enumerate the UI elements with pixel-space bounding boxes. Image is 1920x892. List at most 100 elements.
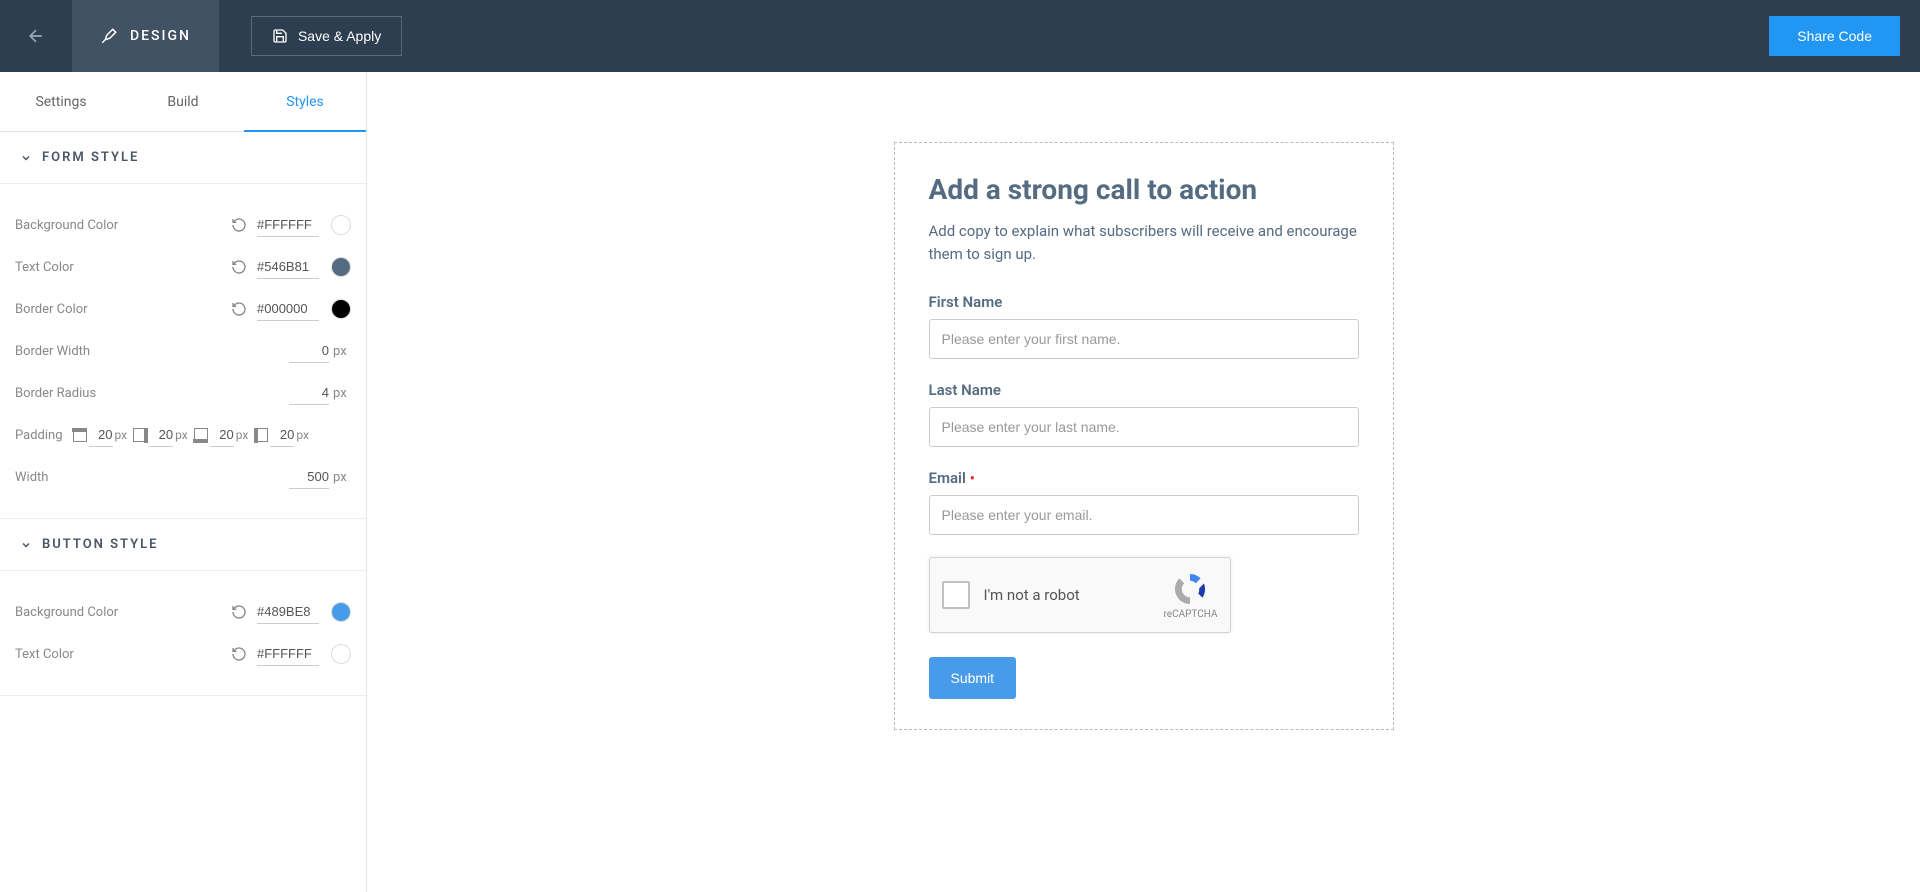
padding-left-group: px [254, 423, 309, 447]
padding-bottom-icon [194, 428, 208, 442]
section-button-style-header[interactable]: BUTTON STYLE [0, 519, 366, 571]
last-name-input[interactable] [929, 407, 1359, 447]
row-bg-color: Background Color [15, 204, 351, 246]
unit-px: px [296, 428, 309, 442]
padding-label: Padding [15, 428, 63, 443]
row-btn-text-color: Text Color [15, 633, 351, 675]
unit-px: px [115, 428, 128, 442]
padding-right-icon [133, 428, 147, 442]
email-input[interactable] [929, 495, 1359, 535]
back-button[interactable] [0, 0, 72, 72]
padding-bottom-input[interactable] [210, 423, 234, 447]
row-text-color: Text Color [15, 246, 351, 288]
arrow-left-icon [26, 26, 46, 46]
btn-bg-color-label: Background Color [15, 605, 231, 620]
reset-border-color[interactable] [231, 301, 247, 317]
row-border-radius: Border Radius px [15, 372, 351, 414]
padding-bottom-group: px [194, 423, 249, 447]
padding-right-group: px [133, 423, 188, 447]
text-color-swatch[interactable] [331, 257, 351, 277]
tab-build[interactable]: Build [122, 72, 244, 131]
sidebar-tabs: Settings Build Styles [0, 72, 366, 132]
padding-top-group: px [73, 423, 128, 447]
recaptcha-icon [1172, 571, 1208, 607]
reset-btn-bg-color[interactable] [231, 604, 247, 620]
width-input[interactable] [289, 465, 329, 489]
required-indicator: • [970, 469, 975, 487]
tab-settings[interactable]: Settings [0, 72, 122, 131]
email-label-text: Email [929, 469, 966, 487]
save-icon [272, 28, 288, 44]
recaptcha-logo: reCAPTCHA [1163, 571, 1217, 620]
border-radius-label: Border Radius [15, 386, 289, 401]
first-name-input[interactable] [929, 319, 1359, 359]
border-color-input[interactable] [257, 297, 319, 321]
border-width-label: Border Width [15, 344, 289, 359]
btn-text-color-input[interactable] [257, 642, 319, 666]
bg-color-input[interactable] [257, 213, 319, 237]
reset-text-color[interactable] [231, 259, 247, 275]
btn-bg-color-swatch[interactable] [331, 602, 351, 622]
reset-icon [231, 646, 247, 662]
form-description: Add copy to explain what subscribers wil… [929, 220, 1359, 265]
form-preview[interactable]: Add a strong call to action Add copy to … [894, 142, 1394, 730]
reset-icon [231, 301, 247, 317]
bg-color-swatch[interactable] [331, 215, 351, 235]
text-color-label: Text Color [15, 260, 231, 275]
reset-bg-color[interactable] [231, 217, 247, 233]
unit-px: px [333, 470, 351, 485]
reset-icon [231, 217, 247, 233]
border-width-input[interactable] [289, 339, 329, 363]
first-name-label: First Name [929, 293, 1359, 311]
recaptcha-widget: I'm not a robot reCAPTCHA [929, 557, 1231, 633]
save-apply-button[interactable]: Save & Apply [251, 16, 402, 56]
padding-top-icon [73, 428, 87, 442]
styles-panel[interactable]: FORM STYLE Background Color Text Color B… [0, 132, 366, 892]
row-width: Width px [15, 456, 351, 498]
btn-text-color-label: Text Color [15, 647, 231, 662]
section-form-style-body: Background Color Text Color Border Color [0, 184, 366, 519]
row-border-color: Border Color [15, 288, 351, 330]
brush-icon [100, 27, 118, 45]
border-color-swatch[interactable] [331, 299, 351, 319]
section-button-style-body: Background Color Text Color [0, 571, 366, 696]
unit-px: px [236, 428, 249, 442]
chevron-down-icon [20, 539, 32, 551]
reset-btn-text-color[interactable] [231, 646, 247, 662]
save-label: Save & Apply [298, 28, 381, 44]
topbar: DESIGN Save & Apply Share Code [0, 0, 1920, 72]
width-label: Width [15, 470, 289, 485]
section-form-style-label: FORM STYLE [42, 150, 139, 165]
text-color-input[interactable] [257, 255, 319, 279]
design-label: DESIGN [130, 28, 191, 44]
preview-canvas: Add a strong call to action Add copy to … [367, 72, 1920, 892]
padding-left-input[interactable] [270, 423, 294, 447]
submit-button[interactable]: Submit [929, 657, 1017, 699]
unit-px: px [333, 386, 351, 401]
recaptcha-brand: reCAPTCHA [1163, 609, 1217, 620]
chevron-down-icon [20, 152, 32, 164]
unit-px: px [175, 428, 188, 442]
unit-px: px [333, 344, 351, 359]
last-name-label: Last Name [929, 381, 1359, 399]
recaptcha-checkbox[interactable] [942, 581, 970, 609]
bg-color-label: Background Color [15, 218, 231, 233]
form-title: Add a strong call to action [929, 173, 1359, 206]
row-border-width: Border Width px [15, 330, 351, 372]
design-mode-tab[interactable]: DESIGN [72, 0, 219, 72]
border-radius-input[interactable] [289, 381, 329, 405]
section-form-style-header[interactable]: FORM STYLE [0, 132, 366, 184]
email-label: Email • [929, 469, 1359, 487]
padding-right-input[interactable] [149, 423, 173, 447]
btn-bg-color-input[interactable] [257, 600, 319, 624]
padding-top-input[interactable] [89, 423, 113, 447]
reset-icon [231, 604, 247, 620]
row-padding: Padding px px px [15, 414, 351, 456]
row-btn-bg-color: Background Color [15, 591, 351, 633]
share-code-button[interactable]: Share Code [1769, 16, 1900, 56]
section-button-style-label: BUTTON STYLE [42, 537, 158, 552]
tab-styles[interactable]: Styles [244, 72, 366, 131]
btn-text-color-swatch[interactable] [331, 644, 351, 664]
border-color-label: Border Color [15, 302, 231, 317]
padding-left-icon [254, 428, 268, 442]
